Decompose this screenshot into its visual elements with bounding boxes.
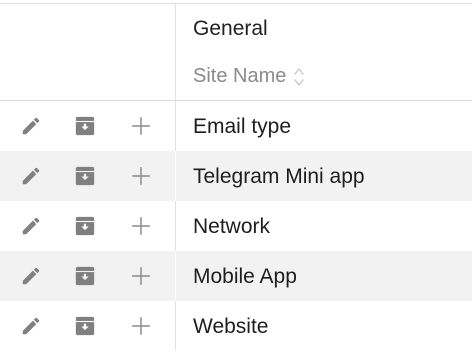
pencil-icon[interactable]	[20, 165, 42, 187]
column-divider	[175, 201, 176, 251]
site-name-cell: Email type	[193, 115, 292, 138]
pencil-icon[interactable]	[20, 315, 42, 337]
group-header-general: General	[193, 17, 268, 40]
column-divider	[175, 101, 176, 151]
column-divider	[175, 301, 176, 351]
archive-box-icon[interactable]	[74, 165, 96, 187]
actions-header-cell	[0, 4, 175, 100]
column-divider	[175, 151, 176, 201]
site-name-cell: Telegram Mini app	[193, 165, 365, 188]
archive-box-icon[interactable]	[74, 315, 96, 337]
table-row[interactable]: Network	[0, 201, 472, 251]
site-name-cell: Mobile App	[193, 265, 297, 288]
pencil-icon[interactable]	[20, 115, 42, 137]
archive-box-icon[interactable]	[74, 215, 96, 237]
archive-box-icon[interactable]	[74, 115, 96, 137]
pencil-icon[interactable]	[20, 215, 42, 237]
plus-icon[interactable]	[130, 315, 152, 337]
table-row[interactable]: Mobile App	[0, 251, 472, 301]
plus-icon[interactable]	[130, 265, 152, 287]
header-divider	[175, 4, 176, 100]
table-row[interactable]: Telegram Mini app	[0, 151, 472, 201]
archive-box-icon[interactable]	[74, 265, 96, 287]
column-header-label: Site Name	[193, 65, 287, 87]
table-row[interactable]: Website	[0, 301, 472, 351]
plus-icon[interactable]	[130, 115, 152, 137]
pencil-icon[interactable]	[20, 265, 42, 287]
column-header-site-name[interactable]: Site Name	[193, 65, 305, 88]
site-name-cell: Website	[193, 315, 269, 338]
site-name-cell: Network	[193, 215, 271, 238]
table-body: Email type Telegram Mini app Network Mob…	[0, 101, 472, 351]
table-row[interactable]: Email type	[0, 101, 472, 151]
plus-icon[interactable]	[130, 165, 152, 187]
table-header: General Site Name	[0, 4, 472, 101]
sort-arrows-icon[interactable]	[294, 66, 305, 88]
column-divider	[175, 251, 176, 301]
sites-table: General Site Name Email type Telegram Mi…	[0, 0, 472, 356]
plus-icon[interactable]	[130, 215, 152, 237]
